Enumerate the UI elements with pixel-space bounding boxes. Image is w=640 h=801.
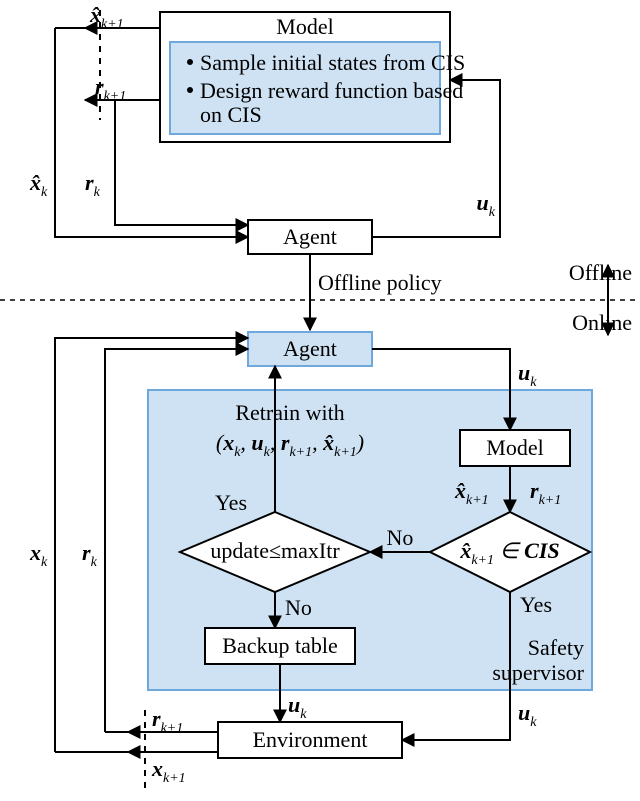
label-update-no: No bbox=[285, 595, 312, 620]
divider-offline-label: Offline bbox=[569, 260, 632, 285]
offline-model-bullet-2-line2: on CIS bbox=[200, 102, 262, 127]
label-xhatk-offline: x̂k bbox=[29, 170, 48, 200]
retrain-label: Retrain with bbox=[235, 400, 344, 425]
label-xk-online: xk bbox=[29, 540, 48, 570]
label-cis-no: No bbox=[387, 525, 414, 550]
label-cis-yes: Yes bbox=[520, 592, 552, 617]
online-model-label: Model bbox=[486, 435, 543, 460]
offline-model-bullet-2-line1: Design reward function based bbox=[200, 78, 463, 103]
label-rk-offline: rk bbox=[85, 170, 101, 200]
offline-agent-label: Agent bbox=[283, 224, 337, 249]
label-rk-online: rk bbox=[82, 540, 98, 570]
safety-supervisor-label-2: supervisor bbox=[492, 660, 584, 685]
offline-model-title: Model bbox=[276, 14, 333, 39]
online-agent-label: Agent bbox=[283, 336, 337, 361]
backup-table-label: Backup table bbox=[222, 633, 337, 658]
label-offline-policy: Offline policy bbox=[318, 270, 442, 295]
offline-model-bullet-1: Sample initial states from CIS bbox=[200, 50, 465, 75]
bullet-icon bbox=[187, 59, 193, 65]
divider-online-label: Online bbox=[572, 310, 632, 335]
safety-supervisor-label-1: Safety bbox=[528, 635, 584, 660]
bullet-icon bbox=[187, 87, 193, 93]
label-uk-offline: uk bbox=[477, 190, 496, 220]
label-update-yes: Yes bbox=[215, 490, 247, 515]
label-xk1-env: xk+1 bbox=[151, 756, 186, 786]
label-uk-online-top: uk bbox=[518, 360, 537, 390]
label-uk-backup: uk bbox=[288, 692, 307, 722]
decision-update-text: update≤maxItr bbox=[210, 538, 340, 563]
environment-label: Environment bbox=[253, 727, 368, 752]
label-uk-cis-yes: uk bbox=[518, 700, 537, 730]
